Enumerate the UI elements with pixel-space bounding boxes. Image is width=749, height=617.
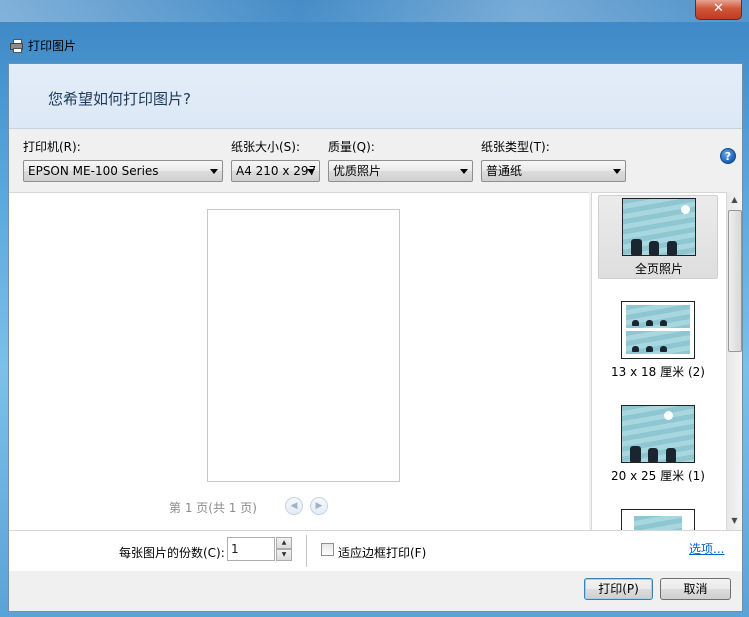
previous-page-button[interactable]: ◀ [285,497,303,515]
page-indicator: 第 1 页(共 1 页) [169,501,257,515]
chevron-left-icon: ◀ [290,501,298,511]
copies-increment-button[interactable]: ▲ [276,537,292,549]
cancel-button[interactable]: 取消 [660,578,731,600]
printer-select-value: EPSON ME-100 Series [28,164,159,178]
copies-input[interactable]: 1 [227,537,275,561]
quality-select-value: 优质照片 [333,164,382,178]
print-pictures-dialog: 您希望如何打印图片? 打印机(R): EPSON ME-100 Series 纸… [8,63,743,612]
paper-type-select-value: 普通纸 [486,164,523,178]
chevron-down-icon [307,169,315,174]
layout-thumbnail [622,198,696,256]
layout-thumbnail [621,301,695,359]
chevron-down-icon [613,169,621,174]
printer-select[interactable]: EPSON ME-100 Series [23,160,223,182]
title-bar: 打印图片 [10,37,76,53]
dialog-header: 您希望如何打印图片? [9,64,742,129]
next-page-button[interactable]: ▶ [310,497,328,515]
scroll-up-icon[interactable]: ▲ [727,192,742,208]
printer-icon [10,38,23,53]
paper-size-label: 纸张大小(S): [231,140,301,154]
layout-item-full-page[interactable]: 全页照片 [598,195,718,279]
options-link[interactable]: 选项... [689,540,724,557]
layout-thumbnail [621,509,695,531]
copies-label: 每张图片的份数(C): [119,546,225,560]
window-title: 打印图片 [28,38,77,53]
copies-decrement-button[interactable]: ▼ [276,549,292,561]
layout-item-label: 全页照片 [634,262,683,276]
copies-bar: 每张图片的份数(C): 1 ▲ ▼ 适应边框打印(F) 选项... [9,530,742,571]
layout-item-partial[interactable] [598,507,718,531]
scrollbar-thumb[interactable] [728,210,742,352]
scroll-down-icon[interactable]: ▼ [727,513,742,529]
layout-list: 全页照片 13 x 18 厘米 (2) 20 x 25 厘米 (1) [591,192,727,531]
print-button[interactable]: 打印(P) [584,578,653,600]
chevron-down-icon [210,169,218,174]
chevron-down-icon [460,169,468,174]
quality-select[interactable]: 优质照片 [328,160,473,182]
fit-to-frame-label[interactable]: 适应边框打印(F) [338,544,426,561]
print-preview-area: 第 1 页(共 1 页) ◀ ▶ [9,192,589,531]
layout-item-label: 13 x 18 厘米 (2) [611,365,705,379]
quality-label: 质量(Q): [328,140,375,154]
paper-size-select[interactable]: A4 210 x 297 毫米 [231,160,320,182]
chevron-right-icon: ▶ [315,501,323,511]
paper-type-select[interactable]: 普通纸 [481,160,626,182]
layout-item-13x18[interactable]: 13 x 18 厘米 (2) [598,299,718,383]
paper-type-label: 纸张类型(T): [481,140,550,154]
layout-thumbnail [621,405,695,463]
close-button[interactable]: ✕ [695,0,742,20]
preview-page [207,209,400,482]
divider [306,535,307,567]
help-icon[interactable]: ? [720,148,736,164]
layout-item-label: 20 x 25 厘米 (1) [611,469,705,483]
fit-to-frame-checkbox[interactable] [321,543,334,556]
printer-label: 打印机(R): [23,140,81,154]
layout-scrollbar[interactable]: ▲ ▼ [726,192,742,530]
dialog-heading: 您希望如何打印图片? [48,90,191,108]
layout-item-20x25[interactable]: 20 x 25 厘米 (1) [598,403,718,487]
